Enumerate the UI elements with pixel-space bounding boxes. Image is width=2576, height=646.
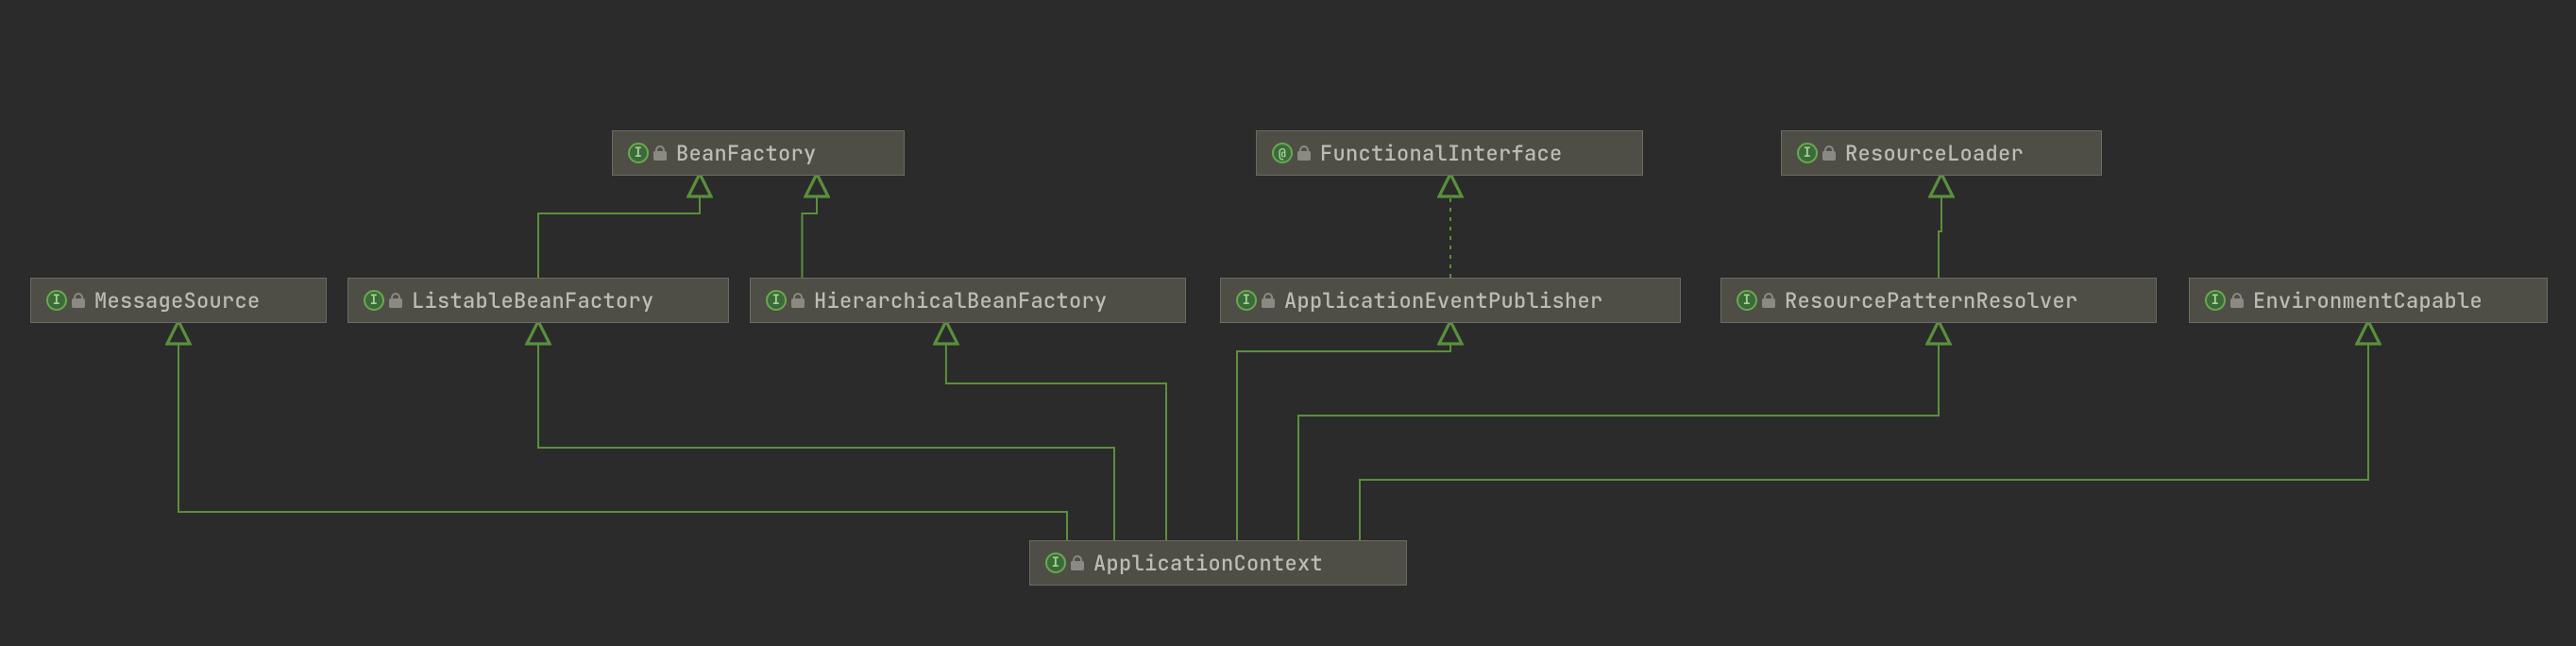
- interface-icon: I: [1797, 143, 1836, 163]
- annotation-icon: @: [1272, 143, 1311, 163]
- lock-icon: [1071, 555, 1084, 570]
- edge-appcontext-to-env-capable: [1360, 332, 2368, 540]
- lock-icon: [1297, 145, 1311, 161]
- node-listable-bf[interactable]: I ListableBeanFactory: [347, 278, 729, 323]
- edge-rpr-to-resourceloader: [1939, 185, 1941, 278]
- lock-icon: [1262, 293, 1275, 308]
- node-hierarchical-bf[interactable]: I HierarchicalBeanFactory: [750, 278, 1186, 323]
- node-label: ResourcePatternResolver: [1785, 287, 2078, 314]
- interface-icon: I: [46, 290, 85, 311]
- node-label: HierarchicalBeanFactory: [814, 287, 1108, 314]
- node-label: EnvironmentCapable: [2253, 287, 2483, 314]
- interface-icon: I: [2205, 290, 2244, 311]
- edge-appcontext-to-listable-bf: [538, 332, 1114, 540]
- edge-hierarchical-to-beanfactory: [802, 185, 817, 278]
- node-label: FunctionalInterface: [1320, 140, 1563, 167]
- interface-icon: I: [628, 143, 667, 163]
- node-functional-iface[interactable]: @ FunctionalInterface: [1256, 130, 1643, 176]
- lock-icon: [1822, 145, 1836, 161]
- edge-listable-to-beanfactory: [538, 185, 700, 278]
- edge-appcontext-to-hierarchical-bf: [946, 332, 1166, 540]
- node-label: BeanFactory: [676, 140, 817, 167]
- interface-icon: I: [364, 290, 402, 311]
- lock-icon: [1762, 293, 1775, 308]
- node-message-source[interactable]: I MessageSource: [30, 278, 327, 323]
- node-app-context[interactable]: I ApplicationContext: [1029, 540, 1407, 586]
- interface-icon: I: [1236, 290, 1275, 311]
- node-bean-factory[interactable]: I BeanFactory: [612, 130, 905, 176]
- lock-icon: [72, 293, 85, 308]
- edge-appcontext-to-message-source: [178, 332, 1067, 540]
- interface-icon: I: [1045, 552, 1084, 573]
- lock-icon: [389, 293, 402, 308]
- lock-icon: [2230, 293, 2244, 308]
- lock-icon: [791, 293, 805, 308]
- node-label: MessageSource: [94, 287, 261, 314]
- node-app-event-pub[interactable]: I ApplicationEventPublisher: [1220, 278, 1681, 323]
- node-res-pattern-res[interactable]: I ResourcePatternResolver: [1720, 278, 2157, 323]
- node-label: ResourceLoader: [1845, 140, 2024, 167]
- lock-icon: [653, 145, 667, 161]
- node-label: ApplicationContext: [1093, 550, 1323, 577]
- node-resource-loader[interactable]: I ResourceLoader: [1781, 130, 2102, 176]
- edge-appcontext-to-res-pattern-res: [1298, 332, 1939, 540]
- node-label: ApplicationEventPublisher: [1284, 287, 1603, 314]
- interface-icon: I: [766, 290, 805, 311]
- edge-appcontext-to-app-event-pub: [1237, 332, 1450, 540]
- node-label: ListableBeanFactory: [412, 287, 654, 314]
- interface-icon: I: [1737, 290, 1775, 311]
- diagram-canvas: I BeanFactory @ FunctionalInterface I Resourc…: [0, 0, 2576, 646]
- node-env-capable[interactable]: I EnvironmentCapable: [2189, 278, 2548, 323]
